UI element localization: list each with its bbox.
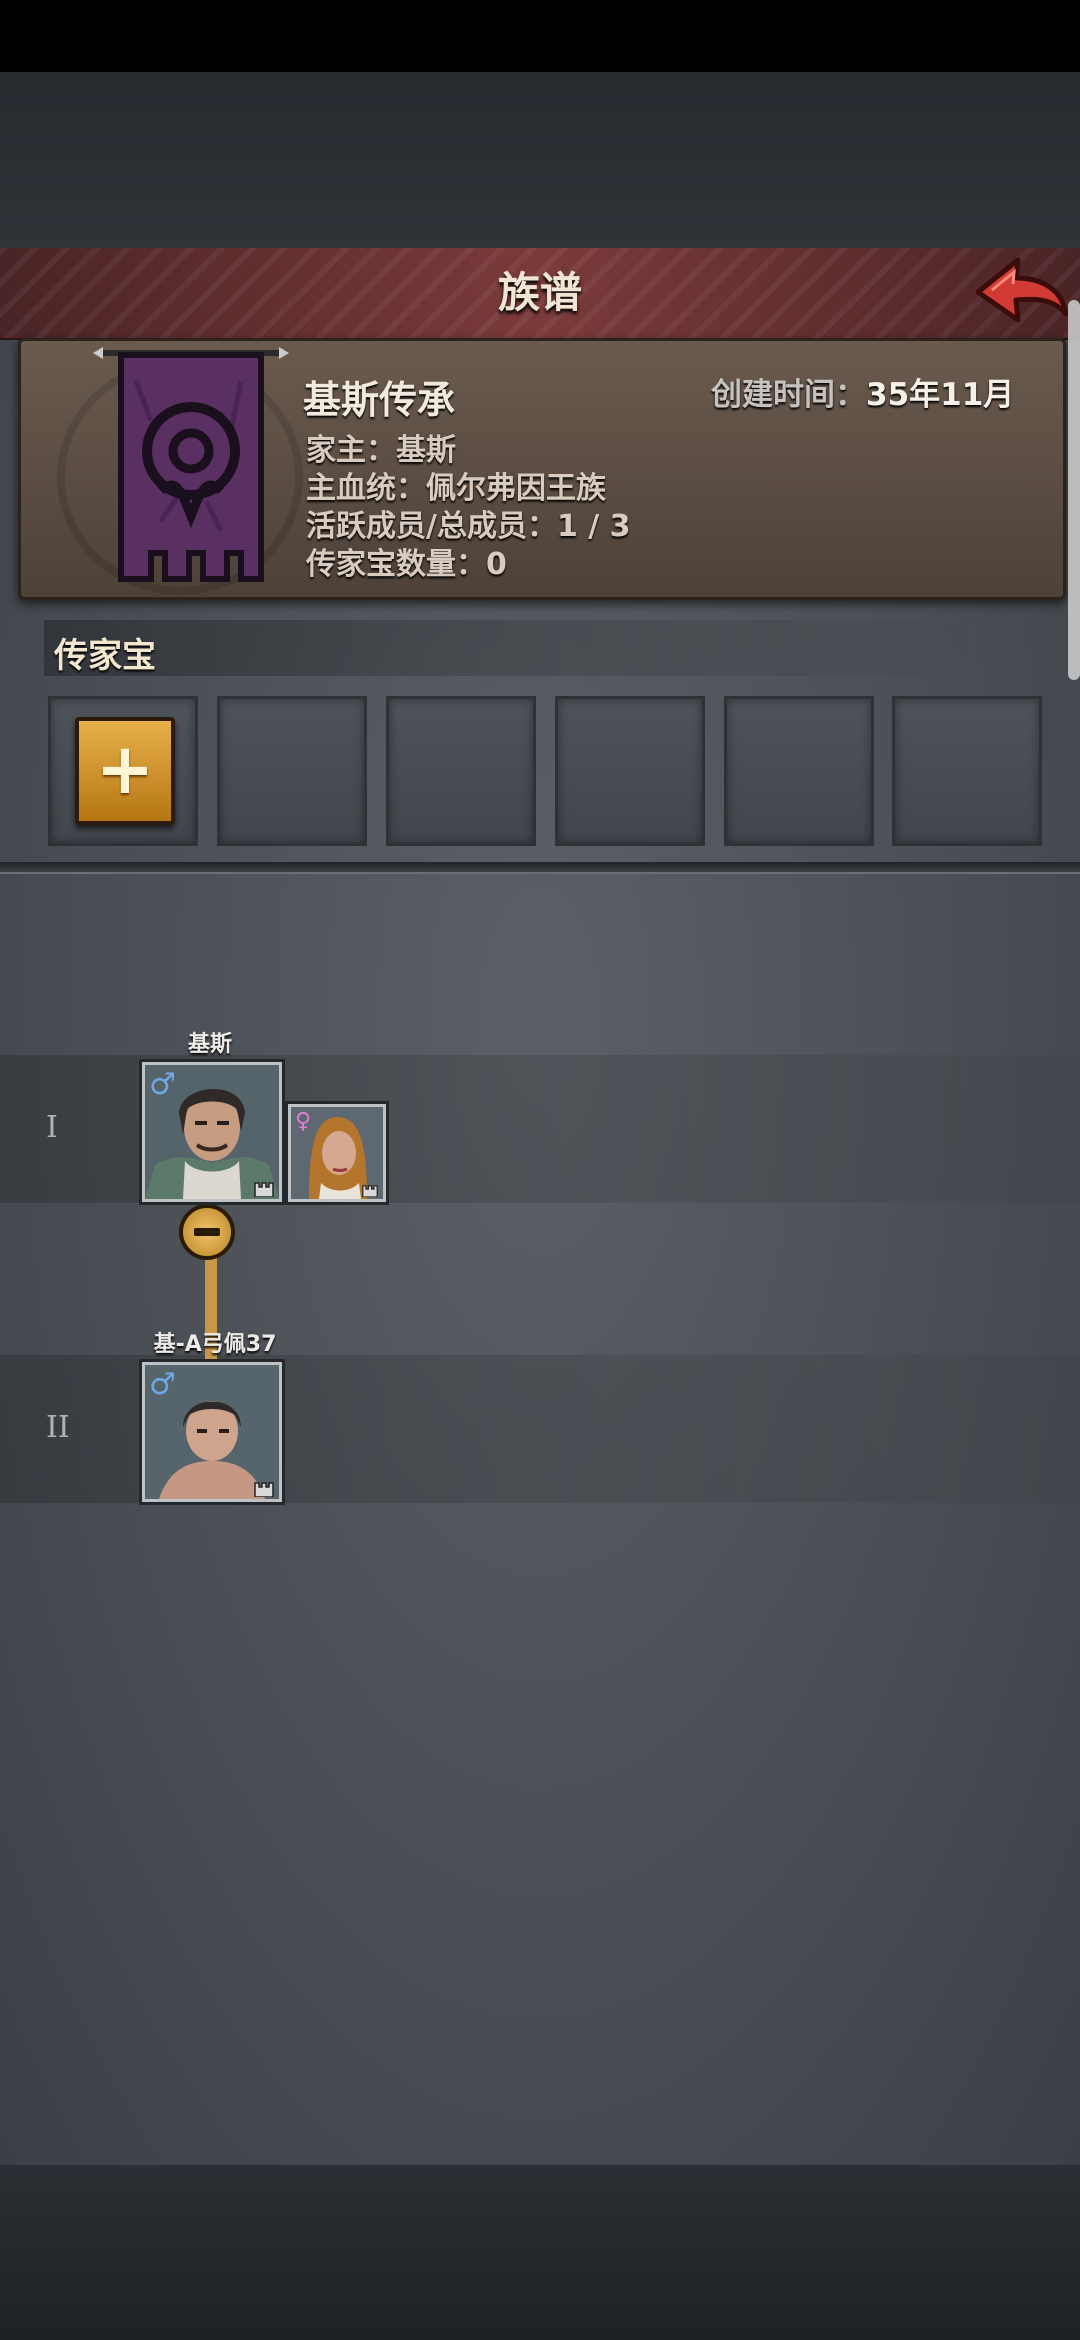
female-icon: ♀ xyxy=(295,1109,312,1134)
back-arrow-icon xyxy=(975,257,1069,323)
heirloom-slot-3[interactable] xyxy=(386,696,536,846)
member-portrait-2[interactable]: ♀ xyxy=(288,1104,386,1202)
created-time: 创建时间：35年11月 xyxy=(711,369,1014,414)
page-title: 族谱 xyxy=(497,268,582,317)
family-name: 基斯传承 xyxy=(303,378,456,422)
back-button[interactable] xyxy=(970,252,1070,334)
member-name-1: 基斯 xyxy=(187,1032,232,1057)
family-info-card: 基斯传承 创建时间：35年11月 家主：基斯 主血统：佩尔弗因王族 活跃成员/总… xyxy=(18,338,1066,600)
created-time-value: 35年11月 xyxy=(866,377,1015,413)
collapse-branch-button[interactable] xyxy=(179,1204,235,1260)
title-bar: 族谱 xyxy=(0,248,1080,340)
heirloom-count-line: 传家宝数量：0 xyxy=(306,547,507,582)
heirloom-slot-4[interactable] xyxy=(555,696,705,846)
plus-icon: + xyxy=(95,728,155,810)
top-background xyxy=(0,72,1080,250)
clan-banner-icon xyxy=(93,347,289,582)
tower-icon xyxy=(362,1185,378,1197)
member-portrait-3[interactable]: ♂ xyxy=(142,1362,282,1502)
created-time-label: 创建时间： xyxy=(711,377,866,413)
member-portrait-1[interactable]: ♂ xyxy=(142,1062,282,1202)
tower-icon xyxy=(254,1482,274,1497)
family-tree-screen: 族谱 基斯传承 创建时间：35年11月 家主：基斯 主血统：佩尔弗因王族 活跃成… xyxy=(0,0,1080,2340)
status-bar-area xyxy=(0,0,1080,72)
tower-icon xyxy=(254,1182,274,1197)
heirloom-slot-5[interactable] xyxy=(724,696,874,846)
heirloom-header: 传家宝 xyxy=(44,620,984,676)
heirloom-slot-2[interactable] xyxy=(217,696,367,846)
heirloom-title: 传家宝 xyxy=(54,636,156,676)
scrollbar[interactable] xyxy=(1068,300,1080,680)
bottom-background xyxy=(0,2165,1080,2340)
member-name-3: 基-A弓佩37 xyxy=(153,1332,277,1357)
minus-icon xyxy=(194,1228,220,1236)
generation-label-1: I xyxy=(46,1110,58,1145)
section-divider xyxy=(0,862,1080,874)
male-icon: ♂ xyxy=(149,1067,176,1102)
heirloom-slot-6[interactable] xyxy=(892,696,1042,846)
heirloom-slot-1[interactable]: + xyxy=(48,696,198,846)
add-heirloom-button[interactable]: + xyxy=(75,717,175,825)
male-icon: ♂ xyxy=(149,1367,176,1402)
generation-label-2: II xyxy=(46,1410,70,1445)
